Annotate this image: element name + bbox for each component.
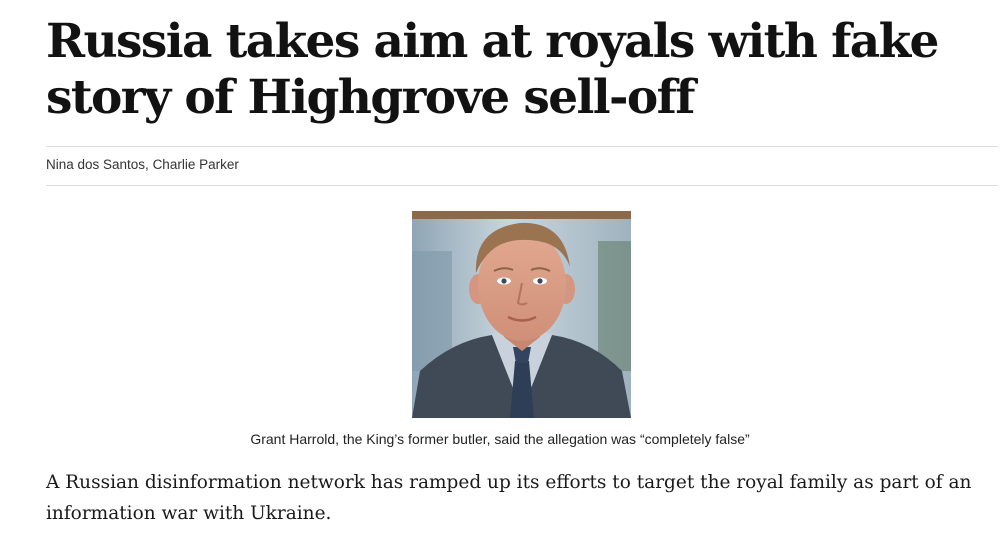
article-lead-paragraph: A Russian disinformation network has ram… xyxy=(46,472,972,524)
byline-top-divider xyxy=(46,146,998,147)
article-photo xyxy=(412,211,631,418)
photo-caption: Grant Harrold, the King’s former butler,… xyxy=(250,431,750,447)
article-byline: Nina dos Santos, Charlie Parker xyxy=(46,157,239,172)
article-headline: Russia takes aim at royals with fake sto… xyxy=(46,14,939,125)
byline-bottom-divider xyxy=(46,185,998,186)
portrait-illustration xyxy=(412,211,631,418)
